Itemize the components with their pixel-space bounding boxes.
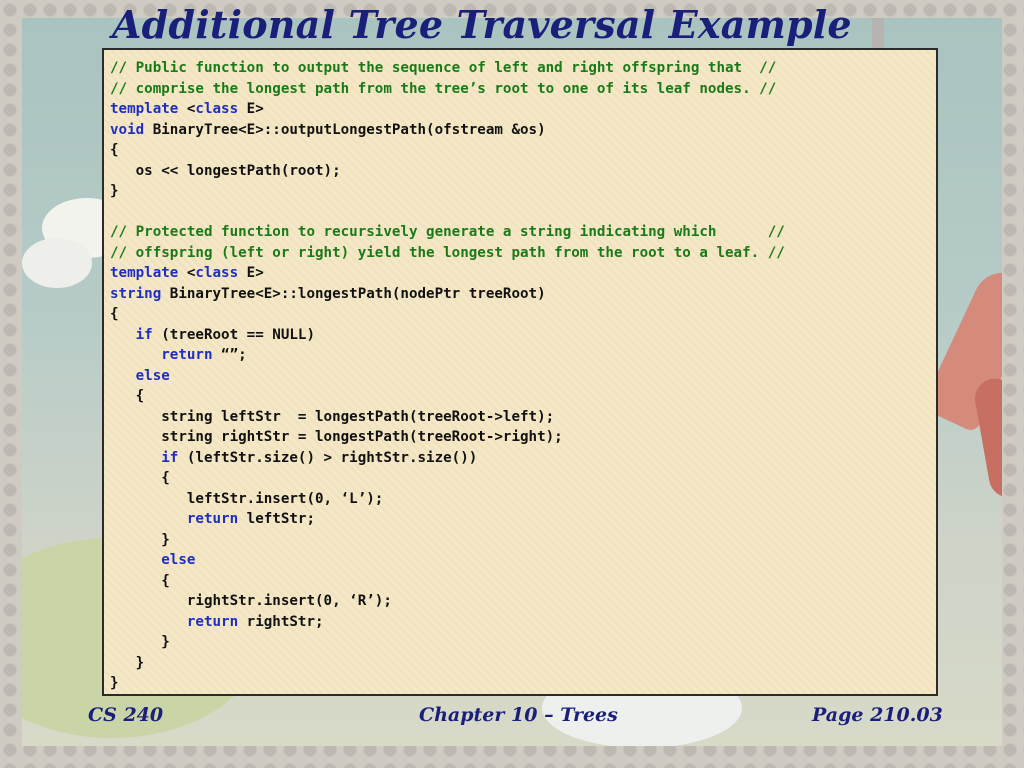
code-line: string leftStr = longestPath(treeRoot->l… bbox=[110, 407, 936, 428]
code-token-normal: } bbox=[110, 183, 119, 199]
code-line: { bbox=[110, 571, 936, 592]
code-token-comment: // offspring (left or right) yield the l… bbox=[110, 244, 785, 261]
code-token-normal: (treeRoot == NULL) bbox=[152, 326, 316, 343]
code-token-keyword: else bbox=[161, 552, 196, 568]
code-line: // Public function to output the sequenc… bbox=[110, 58, 936, 79]
code-token-normal: { bbox=[110, 388, 145, 404]
code-token-normal: } bbox=[110, 654, 145, 671]
code-token-keyword: void bbox=[110, 121, 153, 138]
code-line: return rightStr; bbox=[110, 612, 936, 633]
footer-page: Page 210.03 bbox=[812, 704, 943, 726]
code-token-keyword: string bbox=[110, 285, 170, 302]
code-token-keyword: class bbox=[195, 101, 239, 117]
code-line: { bbox=[110, 386, 936, 407]
code-token-comment: // comprise the longest path from the tr… bbox=[110, 80, 777, 97]
code-token-keyword: template bbox=[110, 101, 187, 117]
code-token-normal: E> bbox=[238, 101, 264, 117]
code-token-normal bbox=[110, 368, 136, 384]
code-line: os << longestPath(root); bbox=[110, 161, 936, 182]
code-line: string rightStr = longestPath(treeRoot->… bbox=[110, 427, 936, 448]
code-line: else bbox=[110, 550, 936, 571]
code-token-normal: os << longestPath(root); bbox=[110, 162, 341, 179]
code-token-normal: } bbox=[110, 634, 170, 650]
code-line: { bbox=[110, 468, 936, 489]
code-line: if (leftStr.size() > rightStr.size()) bbox=[110, 448, 936, 469]
code-token-normal: E> bbox=[238, 265, 264, 281]
code-token-keyword: template bbox=[110, 265, 187, 281]
code-token-keyword: class bbox=[195, 265, 239, 281]
code-token-keyword: return bbox=[161, 347, 213, 363]
code-token-normal: BinaryTree<E>::longestPath(nodePtr treeR… bbox=[169, 285, 546, 302]
code-token-normal bbox=[110, 450, 161, 466]
code-line: string BinaryTree<E>::longestPath(nodePt… bbox=[110, 284, 936, 305]
code-token-normal: BinaryTree<E>::outputLongestPath(ofstrea… bbox=[152, 121, 546, 138]
code-line: return leftStr; bbox=[110, 509, 936, 530]
code-line: leftStr.insert(0, ‘L’); bbox=[110, 489, 936, 510]
code-token-normal: leftStr; bbox=[238, 511, 315, 527]
code-line: template <class E> bbox=[110, 99, 936, 120]
code-line: else bbox=[110, 366, 936, 387]
footer-course: CS 240 bbox=[88, 704, 164, 726]
code-line: } bbox=[110, 181, 936, 202]
code-line: } bbox=[110, 530, 936, 551]
code-token-normal: leftStr.insert(0, ‘L’); bbox=[110, 490, 384, 507]
code-token-normal: { bbox=[110, 470, 170, 486]
code-token-keyword: else bbox=[135, 367, 170, 384]
code-line: } bbox=[110, 632, 936, 653]
code-token-normal bbox=[110, 327, 136, 343]
code-line: } bbox=[110, 653, 936, 674]
red-decoration bbox=[971, 375, 1002, 501]
code-line: void BinaryTree<E>::outputLongestPath(of… bbox=[110, 120, 936, 141]
code-token-normal: string leftStr = longestPath(treeRoot->l… bbox=[110, 408, 555, 425]
code-token-normal: (leftStr.size() > rightStr.size()) bbox=[178, 449, 478, 466]
code-line: template <class E> bbox=[110, 263, 936, 284]
code-token-comment: // Public function to output the sequenc… bbox=[110, 60, 777, 76]
code-line: return “”; bbox=[110, 345, 936, 366]
code-token-normal: “”; bbox=[212, 347, 247, 363]
code-block: // Public function to output the sequenc… bbox=[102, 48, 938, 696]
code-token-normal: rightStr.insert(0, ‘R’); bbox=[110, 593, 392, 609]
code-token-keyword: return bbox=[186, 613, 239, 630]
code-token-normal: rightStr; bbox=[238, 613, 324, 630]
footer-chapter: Chapter 10 – Trees bbox=[419, 704, 618, 726]
code-line: // comprise the longest path from the tr… bbox=[110, 79, 936, 100]
code-token-normal: { bbox=[110, 306, 119, 322]
code-line: { bbox=[110, 140, 936, 161]
code-token-normal bbox=[110, 347, 161, 363]
code-token-normal: string rightStr = longestPath(treeRoot->… bbox=[110, 429, 563, 445]
code-line: rightStr.insert(0, ‘R’); bbox=[110, 591, 936, 612]
code-lines: // Public function to output the sequenc… bbox=[110, 58, 936, 694]
code-line: { bbox=[110, 304, 936, 325]
code-token-normal: } bbox=[110, 675, 119, 691]
code-token-comment: // Protected function to recursively gen… bbox=[110, 224, 785, 240]
code-line: // offspring (left or right) yield the l… bbox=[110, 243, 936, 264]
code-token-normal bbox=[110, 614, 187, 630]
code-token-normal bbox=[110, 552, 161, 568]
cloud-decoration bbox=[22, 238, 92, 288]
code-token-normal bbox=[110, 511, 187, 527]
code-token-normal: } bbox=[110, 531, 170, 548]
code-token-keyword: if bbox=[161, 449, 179, 466]
code-token-keyword: if bbox=[135, 326, 153, 343]
code-line: // Protected function to recursively gen… bbox=[110, 222, 936, 243]
code-line: if (treeRoot == NULL) bbox=[110, 325, 936, 346]
code-token-normal: { bbox=[110, 572, 170, 589]
code-line: } bbox=[110, 673, 936, 694]
code-token-normal: { bbox=[110, 142, 119, 158]
code-token-keyword: return bbox=[186, 511, 239, 527]
